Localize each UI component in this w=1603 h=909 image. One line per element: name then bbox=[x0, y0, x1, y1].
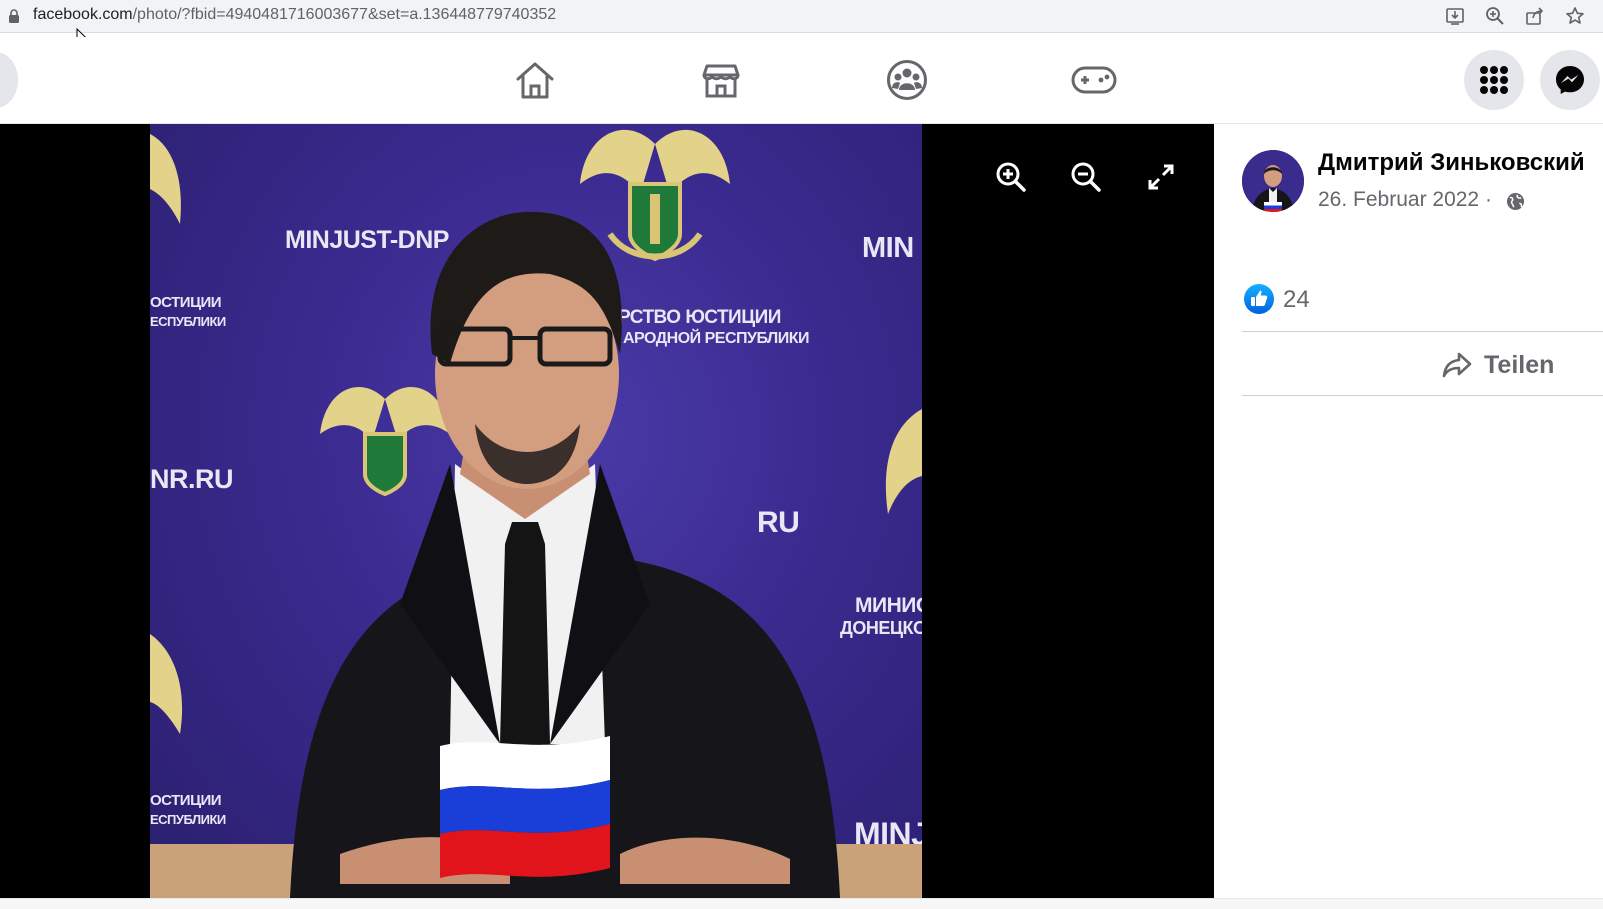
divider-bottom bbox=[1242, 395, 1603, 396]
divider-top bbox=[1242, 331, 1603, 332]
browser-address-bar: facebook.com/photo/?fbid=494048171600367… bbox=[0, 0, 1603, 33]
menu-grid-icon[interactable] bbox=[1464, 50, 1524, 110]
post-author[interactable]: Дмитрий Зиньковский bbox=[1318, 149, 1585, 177]
like-count[interactable]: 24 bbox=[1283, 286, 1310, 314]
page-bottom-strip bbox=[0, 898, 1603, 909]
back-button[interactable] bbox=[0, 52, 18, 108]
post-photo[interactable]: MINJUST-DNP MIN ОСТИЦИИ ЕСПУБЛИКИ РСТВО … bbox=[150, 124, 922, 898]
messenger-icon[interactable] bbox=[1540, 50, 1600, 110]
like-icon[interactable] bbox=[1244, 284, 1274, 314]
gaming-icon[interactable] bbox=[1070, 58, 1118, 102]
share-label: Teilen bbox=[1484, 350, 1555, 379]
zoom-icon[interactable] bbox=[1483, 5, 1507, 27]
facebook-top-nav bbox=[0, 37, 1603, 124]
photo-viewer: MINJUST-DNP MIN ОСТИЦИИ ЕСПУБЛИКИ РСТВО … bbox=[0, 124, 1214, 898]
url-field[interactable]: facebook.com/photo/?fbid=494048171600367… bbox=[33, 6, 556, 24]
lock-icon bbox=[9, 9, 19, 23]
url-path: /photo/?fbid=4940481716003677&set=a.1364… bbox=[132, 6, 557, 23]
date-separator: · bbox=[1484, 188, 1492, 211]
home-icon[interactable] bbox=[511, 58, 559, 102]
globe-icon bbox=[1506, 192, 1525, 211]
zoom-in-icon[interactable] bbox=[994, 160, 1028, 194]
share-arrow-icon bbox=[1442, 352, 1472, 378]
install-app-icon[interactable] bbox=[1443, 5, 1467, 27]
post-side-panel: Дмитрий Зиньковский 26. Februar 2022 · 2… bbox=[1214, 124, 1603, 898]
bookmark-star-icon[interactable] bbox=[1563, 5, 1587, 27]
share-icon[interactable] bbox=[1523, 5, 1547, 27]
post-date-text[interactable]: 26. Februar 2022 bbox=[1318, 188, 1479, 211]
avatar[interactable] bbox=[1242, 150, 1304, 212]
zoom-out-icon[interactable] bbox=[1069, 160, 1103, 194]
russian-flag-icon bbox=[440, 736, 610, 878]
fullscreen-icon[interactable] bbox=[1144, 160, 1178, 194]
url-domain: facebook.com bbox=[33, 6, 133, 23]
share-button[interactable]: Teilen bbox=[1442, 346, 1554, 384]
marketplace-icon[interactable] bbox=[697, 58, 745, 102]
post-date[interactable]: 26. Februar 2022 · bbox=[1318, 188, 1492, 212]
groups-icon[interactable] bbox=[883, 58, 931, 102]
person-figure bbox=[150, 211, 922, 898]
